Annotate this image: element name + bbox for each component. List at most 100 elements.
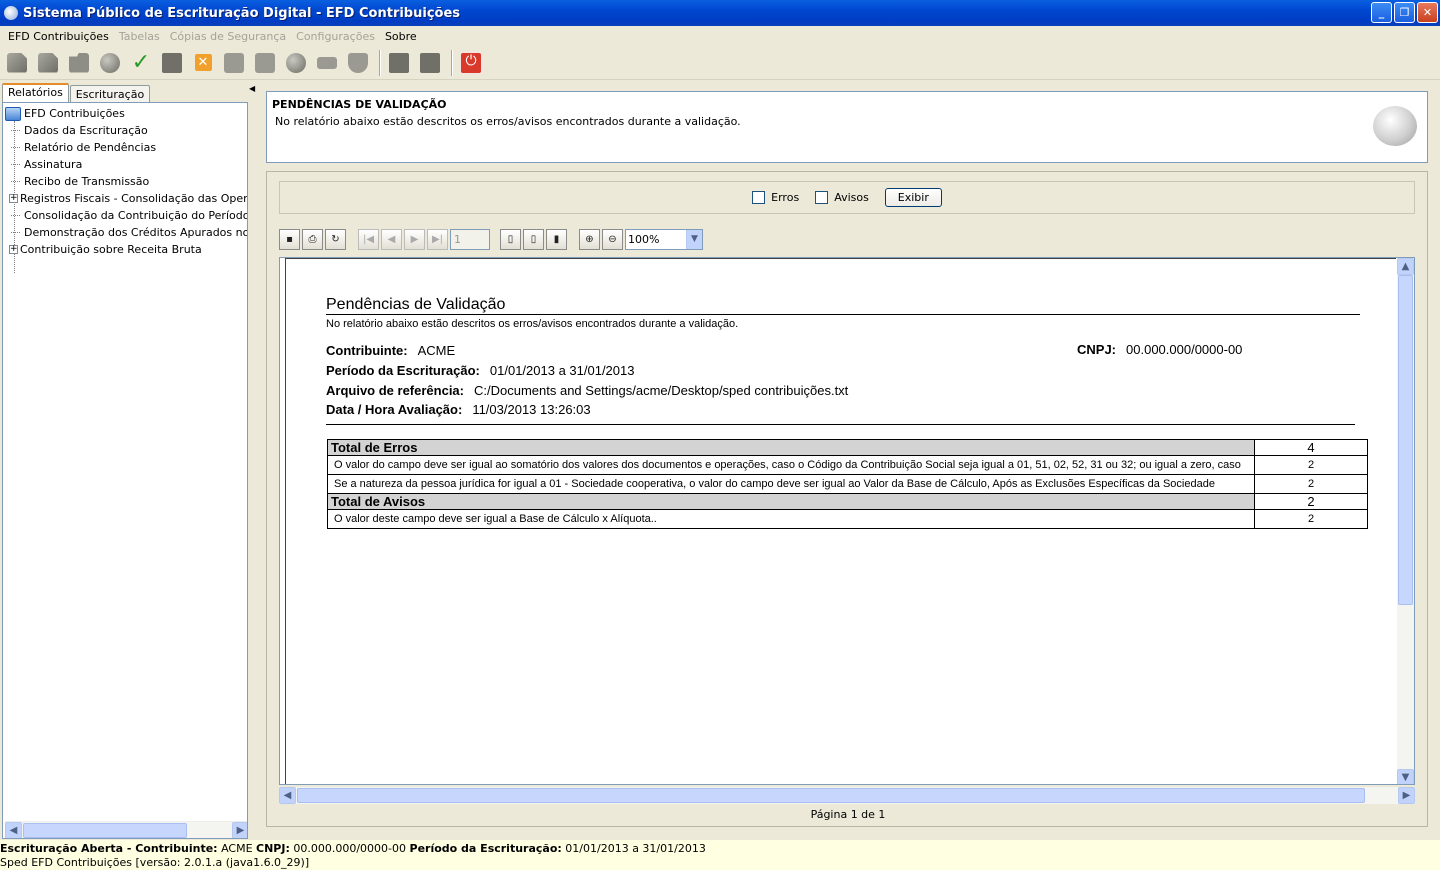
import-button[interactable] xyxy=(96,49,124,77)
shield-icon xyxy=(348,52,368,73)
minimize-button[interactable]: _ xyxy=(1371,2,1392,23)
tree-item-label: Assinatura xyxy=(24,158,83,171)
contribuinte-value: ACME xyxy=(417,343,456,358)
tree-item-registros-fiscais[interactable]: + Registros Fiscais - Consolidação das O… xyxy=(3,190,248,207)
save-as-button[interactable] xyxy=(416,49,444,77)
scroll-right-icon[interactable]: ▶ xyxy=(232,821,247,838)
refresh-icon[interactable]: ↻ xyxy=(325,228,346,250)
panel-splitter[interactable]: ◀ xyxy=(249,81,255,839)
tree-item-recibo-de-transmissao[interactable]: Recibo de Transmissão xyxy=(3,173,149,190)
tree-root[interactable]: EFD Contribuições xyxy=(3,105,125,122)
folder-icon xyxy=(69,52,89,73)
data-field: Data / Hora Avaliação: 11/03/2013 13:26:0… xyxy=(326,402,591,417)
toolbar-separator xyxy=(379,49,381,76)
close-button[interactable]: ✕ xyxy=(1417,2,1438,23)
title-bar: Sistema Público de Escrituração Digital … xyxy=(0,0,1440,26)
print-icon[interactable]: ⎙ xyxy=(302,228,323,250)
tree-connector xyxy=(11,164,20,165)
envelope-button[interactable] xyxy=(313,49,341,77)
tab-relatorios[interactable]: Relatórios xyxy=(2,83,69,102)
open-doc-button[interactable] xyxy=(34,49,62,77)
tree-item-consolidacao-da-contribuicao[interactable]: Consolidação da Contribuição do Período xyxy=(3,207,247,224)
scroll-right-icon[interactable]: ▶ xyxy=(1398,787,1415,804)
import-gear-icon xyxy=(100,52,120,73)
tree-item-relatorio-de-pendencias[interactable]: Relatório de Pendências xyxy=(3,139,156,156)
zoom-select[interactable]: 100% ▼ xyxy=(625,228,703,250)
table-row: Se a natureza da pessoa jurídica for igu… xyxy=(327,474,1368,494)
menu-sobre[interactable]: Sobre xyxy=(380,30,422,43)
scrollbar-thumb[interactable] xyxy=(1398,275,1413,605)
tree-item-label: Contribuição sobre Receita Bruta xyxy=(20,243,202,256)
collapse-arrow-icon[interactable]: ◀ xyxy=(249,84,255,93)
tree-item-label: Registros Fiscais - Consolidação das Ope… xyxy=(20,192,248,205)
scroll-up-icon[interactable]: ▲ xyxy=(1397,258,1414,275)
zoom-out-icon[interactable]: ⊖ xyxy=(602,228,623,250)
copy-icon xyxy=(162,52,182,73)
report-header: PENDÊNCIAS DE VALIDAÇÃO No relatório aba… xyxy=(266,91,1428,163)
folder-button[interactable] xyxy=(65,49,93,77)
table-row: O valor deste campo deve ser igual a Bas… xyxy=(327,509,1368,529)
shield-button[interactable] xyxy=(344,49,372,77)
cnpj-label: CNPJ: xyxy=(1077,342,1117,357)
report-horizontal-scrollbar[interactable]: ◀ ▶ xyxy=(279,787,1415,804)
aviso-text: O valor deste campo deve ser igual a Bas… xyxy=(327,509,1255,529)
tab-escrituracao[interactable]: Escrituração xyxy=(69,85,151,102)
transmit-button[interactable] xyxy=(251,49,279,77)
delete-button[interactable]: ✕ xyxy=(189,49,217,77)
erro-count: 2 xyxy=(1254,455,1368,475)
avisos-checkbox[interactable] xyxy=(815,191,829,204)
page-number-input[interactable]: 1 xyxy=(450,228,490,250)
first-page-icon[interactable]: |◀ xyxy=(358,228,379,250)
tree-item-assinatura[interactable]: Assinatura xyxy=(3,156,82,173)
window-controls: _ ❐ ✕ xyxy=(1371,2,1438,23)
save-as-icon xyxy=(420,52,440,73)
tree-item-contribuicao-sobre-receita-bruta[interactable]: + Contribuição sobre Receita Bruta xyxy=(3,241,202,258)
scroll-left-icon[interactable]: ◀ xyxy=(5,821,22,838)
fit-width-icon[interactable]: ▮ xyxy=(546,228,567,250)
tree-item-dados-da-escrituracao[interactable]: Dados da Escrituração xyxy=(3,122,148,139)
globe-button[interactable] xyxy=(282,49,310,77)
viewer-save-icon[interactable]: ▪ xyxy=(279,228,300,250)
status-cnpj: 00.000.000/0000-00 xyxy=(293,842,407,855)
new-doc-button[interactable] xyxy=(3,49,31,77)
menu-tabelas[interactable]: Tabelas xyxy=(114,30,165,43)
signature-button[interactable] xyxy=(220,49,248,77)
copy-button[interactable] xyxy=(158,49,186,77)
next-page-icon[interactable]: ▶ xyxy=(404,228,425,250)
exit-button[interactable]: ⏻ xyxy=(457,49,485,77)
save-button[interactable] xyxy=(385,49,413,77)
header-rule xyxy=(326,424,1355,425)
erros-checkbox[interactable] xyxy=(752,191,766,204)
report-vertical-scrollbar[interactable]: ▲ ▼ xyxy=(1397,258,1414,784)
restore-button[interactable]: ❐ xyxy=(1394,2,1415,23)
tree-item-label: Recibo de Transmissão xyxy=(24,175,150,188)
validate-button[interactable]: ✓ xyxy=(127,49,155,77)
prev-page-icon[interactable]: ◀ xyxy=(381,228,402,250)
tree-item-demonstracao-dos-creditos[interactable]: Demonstração dos Créditos Apurados no Pe… xyxy=(3,224,247,241)
delete-icon: ✕ xyxy=(194,54,212,71)
menu-configuracoes[interactable]: Configurações xyxy=(291,30,380,43)
scrollbar-thumb[interactable] xyxy=(23,822,187,838)
chevron-down-icon[interactable]: ▼ xyxy=(686,229,702,249)
expand-plus-icon[interactable]: + xyxy=(9,245,18,254)
menu-efd-contribuicoes[interactable]: EFD Contribuições xyxy=(3,30,114,43)
zoom-in-icon[interactable]: ⊕ xyxy=(579,228,600,250)
fit-page-icon[interactable]: ▯ xyxy=(523,228,544,250)
book-icon xyxy=(5,106,21,121)
scroll-down-icon[interactable]: ▼ xyxy=(1397,769,1414,784)
app-icon xyxy=(4,6,18,20)
exibir-button[interactable]: Exibir xyxy=(884,188,942,207)
expand-plus-icon[interactable]: + xyxy=(9,194,18,203)
scrollbar-thumb[interactable] xyxy=(297,788,1365,803)
arquivo-label: Arquivo de referência: xyxy=(326,383,464,398)
last-page-icon[interactable]: ▶| xyxy=(427,228,448,250)
menu-copias-de-seguranca[interactable]: Cópias de Segurança xyxy=(165,30,291,43)
actual-size-icon[interactable]: ▯ xyxy=(500,228,521,250)
scroll-left-icon[interactable]: ◀ xyxy=(279,787,296,804)
contribuinte-label: Contribuinte: xyxy=(326,343,408,358)
globe-icon xyxy=(286,52,306,73)
tree-horizontal-scrollbar[interactable]: ◀ ▶ xyxy=(5,821,247,838)
tree-connector xyxy=(11,130,20,131)
periodo-field: Período da Escrituração: 01/01/2013 a 31/… xyxy=(326,363,634,378)
arquivo-field: Arquivo de referência: C:/Documents and S… xyxy=(326,383,848,398)
